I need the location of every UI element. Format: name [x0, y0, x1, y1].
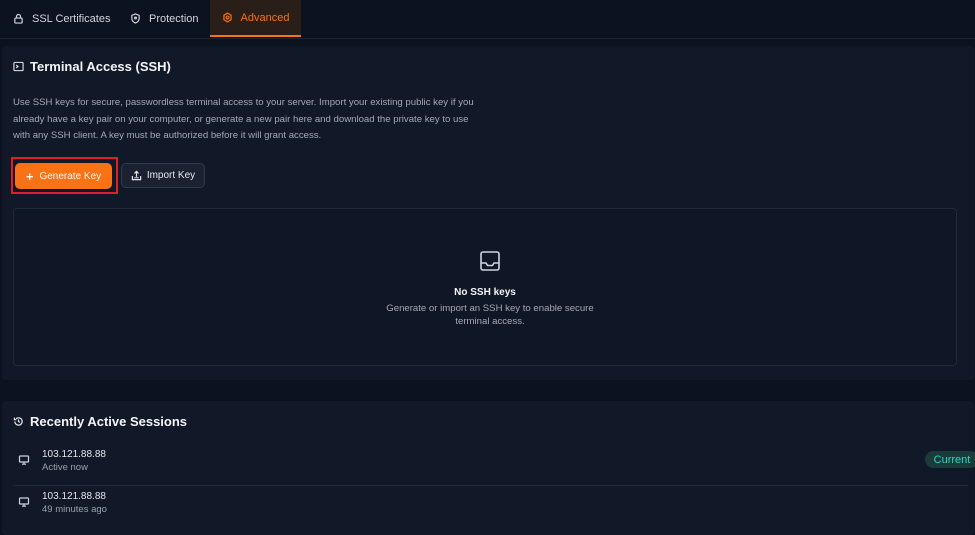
tab-protection[interactable]: Protection [130, 0, 199, 37]
tab-label: SSL Certificates [32, 12, 111, 25]
session-time: 49 minutes ago [42, 504, 107, 515]
plus-icon: + [25, 168, 34, 184]
history-icon [13, 417, 23, 426]
tab-ssl-certificates[interactable]: SSL Certificates [13, 0, 110, 37]
sessions-heading: Recently Active Sessions [13, 414, 187, 429]
session-time: Active now [42, 462, 88, 473]
terminal-access-heading: Terminal Access (SSH) [13, 59, 171, 74]
card-title: Recently Active Sessions [30, 414, 188, 429]
monitor-icon [18, 497, 30, 507]
inbox-icon [480, 251, 500, 271]
upload-icon [131, 170, 142, 181]
tab-bar: SSL Certificates Protection Advanced [0, 0, 975, 39]
button-label: Import Key [146, 170, 196, 181]
tab-label: Protection [149, 12, 199, 25]
terminal-access-card: Terminal Access (SSH) Use SSH keys for s… [2, 46, 974, 380]
session-row: 103.121.88.88 Active now Current [13, 445, 975, 486]
import-key-button[interactable]: Import Key [121, 163, 205, 188]
shield-icon [131, 13, 140, 24]
button-label: Generate Key [39, 170, 102, 182]
card-title: Terminal Access (SSH) [30, 59, 171, 74]
current-badge: Current [925, 451, 975, 468]
tab-advanced[interactable]: Advanced [210, 0, 301, 37]
terminal-description: Use SSH keys for secure, passwordless te… [13, 97, 474, 141]
lock-icon [14, 13, 23, 24]
session-ip: 103.121.88.88 [42, 491, 106, 502]
session-row: 103.121.88.88 49 minutes ago [13, 487, 968, 527]
monitor-icon [18, 455, 30, 465]
gear-icon [222, 12, 232, 23]
sessions-card: Recently Active Sessions 103.121.88.88 A… [2, 401, 975, 535]
empty-subtitle: Generate or import an SSH key to enable … [386, 303, 594, 327]
empty-state: No SSH keys Generate or import an SSH ke… [13, 208, 957, 366]
tab-label: Advanced [240, 11, 290, 24]
generate-key-button[interactable]: + Generate Key [15, 163, 112, 189]
empty-title: No SSH keys [454, 287, 516, 298]
terminal-icon [13, 61, 24, 72]
session-ip: 103.121.88.88 [42, 449, 106, 460]
